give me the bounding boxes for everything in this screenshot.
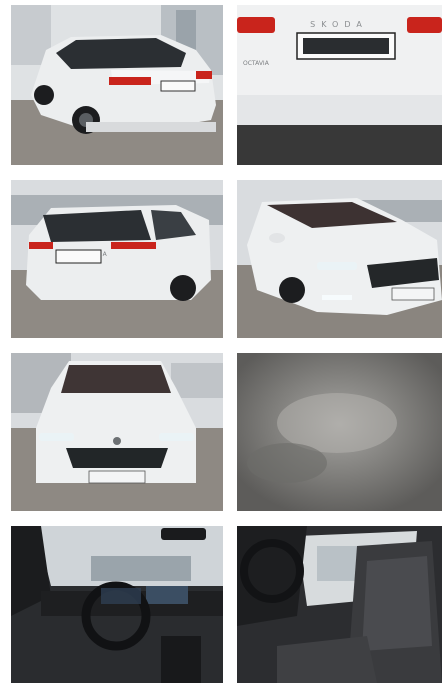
blurred-image [237,353,442,511]
photo-gallery: SKODA OCTAVIA SKODA [0,0,442,683]
dashboard-interior-image [11,526,223,683]
brand-lettering: SKODA [310,20,368,29]
gallery-photo-rear-view[interactable]: SKODA [11,180,223,338]
car-rear-view-image: SKODA [11,180,223,338]
gallery-photo-dashboard[interactable] [11,526,223,683]
car-front-three-quarter-image [237,180,442,338]
car-rear-three-quarter-image [11,5,223,165]
gallery-photo-blurred[interactable] [237,353,442,511]
car-front-view-image [11,353,223,511]
gallery-photo-rear-three-quarter-left[interactable] [11,5,223,165]
gallery-photo-front-view[interactable] [11,353,223,511]
gallery-photo-front-three-quarter[interactable] [237,180,442,338]
gallery-photo-rear-close-up[interactable]: SKODA OCTAVIA [237,5,442,165]
car-rear-close-up-image: SKODA OCTAVIA [237,5,442,165]
model-lettering: OCTAVIA [243,60,270,67]
gallery-photo-front-seats[interactable] [237,526,442,683]
front-seats-interior-image [237,526,442,683]
